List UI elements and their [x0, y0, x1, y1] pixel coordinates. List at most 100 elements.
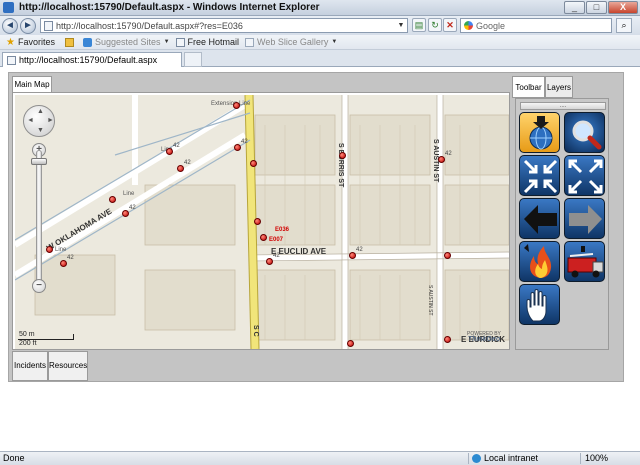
incident-marker[interactable]	[266, 258, 273, 265]
magnifier-icon	[572, 120, 602, 150]
star-icon: ★	[6, 36, 15, 48]
incident-marker[interactable]	[122, 210, 129, 217]
incident-marker[interactable]	[444, 336, 451, 343]
navigation-bar: ◄ ► http://localhost:15790/Default.aspx#…	[0, 16, 640, 35]
favorites-button[interactable]: ★ Favorites	[6, 37, 55, 47]
street-label-s-burris: S BURRIS ST	[337, 143, 344, 188]
new-tab-button[interactable]	[184, 52, 202, 67]
zoom-slider[interactable]	[36, 150, 42, 286]
chevron-down-icon: ▼	[163, 39, 170, 45]
incident-marker[interactable]	[233, 102, 240, 109]
marker-label: 42	[173, 143, 180, 149]
address-dropdown-icon[interactable]: ▼	[396, 20, 406, 31]
incident-marker[interactable]	[254, 218, 261, 225]
suggested-sites-icon	[83, 37, 93, 47]
add-favorites-icon	[65, 37, 75, 47]
compatibility-view-button[interactable]: ▤	[412, 18, 426, 32]
search-input[interactable]: Google	[476, 21, 505, 31]
marker-label: 42	[129, 205, 136, 211]
address-bar[interactable]: http://localhost:15790/Default.aspx#?res…	[40, 18, 408, 33]
window-title: http://localhost:15790/Default.aspx - Wi…	[19, 2, 320, 13]
navigate-tool-button[interactable]	[519, 112, 560, 153]
unit-label-e036: E036	[275, 227, 290, 233]
page-content: Main Map S BURRIS ST S AUSTIN ST S AUSTI…	[0, 67, 640, 451]
status-text: Done	[3, 453, 25, 463]
back-button[interactable]: ◄	[2, 17, 18, 34]
incident-marker[interactable]	[250, 160, 257, 167]
stop-button[interactable]: ✕	[443, 18, 457, 32]
browser-window: http://localhost:15790/Default.aspx - Wi…	[0, 0, 640, 465]
fire-icon	[524, 244, 552, 278]
search-button[interactable]: ⌕	[616, 18, 632, 33]
search-box[interactable]: Google	[460, 18, 612, 33]
line-label-2: Line	[123, 191, 135, 197]
suggested-sites-link[interactable]: Suggested Sites ▼	[83, 37, 170, 47]
chevron-down-icon: ▼	[331, 39, 338, 45]
marker-label: 42	[273, 253, 280, 259]
pan-left-icon[interactable]: ◄	[27, 117, 34, 124]
close-button[interactable]: X	[608, 1, 638, 14]
add-incident-tool-button[interactable]	[519, 241, 560, 282]
minimize-button[interactable]: _	[564, 1, 585, 14]
pan-right-icon[interactable]: ►	[47, 117, 54, 124]
map-view[interactable]: S BURRIS ST S AUSTIN ST S AUSTIN ST S C …	[15, 95, 509, 349]
incident-marker[interactable]	[166, 148, 173, 155]
zoom-out-button[interactable]: −	[32, 279, 46, 293]
incident-marker[interactable]	[444, 252, 451, 259]
arrows-inward-icon	[523, 159, 558, 194]
incident-marker[interactable]	[349, 252, 356, 259]
incident-marker[interactable]	[177, 165, 184, 172]
tab-main-map[interactable]: Main Map	[12, 76, 52, 92]
line-label-3: Line	[55, 247, 67, 253]
scale-feet: 200 ft	[19, 340, 37, 347]
tab-resources[interactable]: Resources	[48, 351, 88, 381]
add-favorite-button[interactable]	[65, 37, 77, 47]
incident-marker[interactable]	[260, 234, 267, 241]
toolbar-grip[interactable]: ....	[520, 102, 606, 110]
incident-marker[interactable]	[60, 260, 67, 267]
pan-tool-button[interactable]	[519, 284, 560, 325]
previous-extent-tool-button[interactable]	[519, 198, 560, 239]
maximize-button[interactable]: □	[586, 1, 607, 14]
tab-incidents[interactable]: Incidents	[12, 351, 48, 381]
security-zone: Local intranet	[472, 453, 538, 463]
scale-line	[18, 339, 74, 340]
web-slice-gallery-link[interactable]: Web Slice Gallery ▼	[245, 37, 337, 47]
forward-button[interactable]: ►	[20, 17, 36, 34]
marker-label: 42	[356, 247, 363, 253]
web-slice-icon	[245, 37, 255, 47]
pointer-globe-icon	[529, 116, 553, 150]
incident-marker[interactable]	[438, 156, 445, 163]
add-resource-tool-button[interactable]	[564, 241, 605, 282]
zoom-level-button[interactable]: 100%	[585, 453, 608, 463]
status-bar: Done Local intranet 100%	[0, 451, 640, 465]
incident-marker[interactable]	[234, 144, 241, 151]
free-hotmail-link[interactable]: Free Hotmail	[175, 37, 239, 47]
browser-tab-row: http://localhost:15790/Default.aspx	[0, 50, 640, 67]
incident-marker[interactable]	[339, 152, 346, 159]
zoom-slider-handle[interactable]	[31, 158, 47, 165]
incident-marker[interactable]	[46, 246, 53, 253]
zoom-in-extent-tool-button[interactable]	[519, 155, 560, 196]
tab-layers[interactable]: Layers	[545, 76, 573, 98]
incident-marker[interactable]	[347, 340, 354, 347]
address-input[interactable]: http://localhost:15790/Default.aspx#?res…	[56, 21, 243, 31]
toolbar-panel: ....	[515, 98, 609, 350]
pan-up-icon[interactable]: ▲	[37, 108, 44, 115]
browser-tab-current[interactable]: http://localhost:15790/Default.aspx	[2, 52, 182, 67]
tab-toolbar[interactable]: Toolbar	[512, 76, 545, 98]
incident-marker[interactable]	[109, 196, 116, 203]
favorites-bar: ★ Favorites Suggested Sites ▼ Free Hotma…	[0, 35, 640, 50]
search-tool-button[interactable]	[564, 112, 605, 153]
favorites-label: Favorites	[18, 37, 56, 47]
refresh-button[interactable]: ↻	[428, 18, 442, 32]
status-divider	[468, 453, 469, 464]
pan-control[interactable]: ▲ ▼ ◄ ►	[23, 105, 55, 137]
web-slice-gallery-label: Web Slice Gallery	[257, 37, 329, 47]
zoom-out-extent-tool-button[interactable]	[564, 155, 605, 196]
pan-down-icon[interactable]: ▼	[37, 127, 44, 134]
marker-label: 42	[445, 151, 452, 157]
next-extent-tool-button[interactable]	[564, 198, 605, 239]
ie-icon	[3, 2, 14, 13]
hotmail-icon	[175, 37, 185, 47]
